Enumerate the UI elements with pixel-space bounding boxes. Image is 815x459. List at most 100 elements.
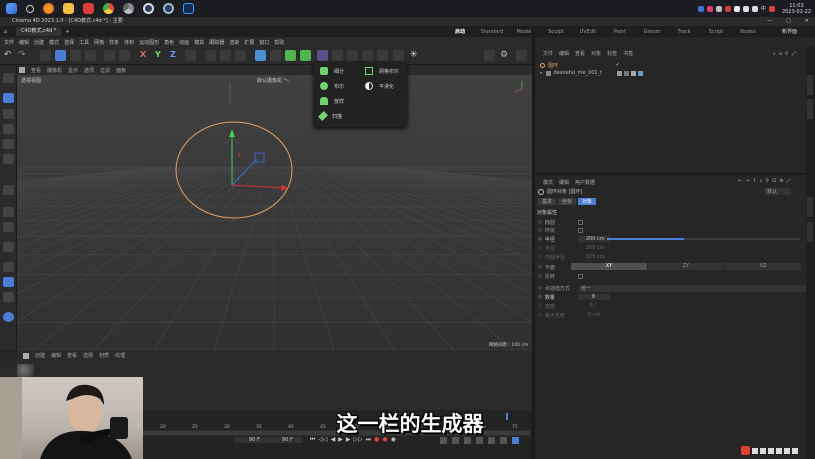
lock-icon[interactable]: ⊡ [772,178,776,184]
max-length-field[interactable]: 5 cm [578,312,610,318]
rotate-tool-icon[interactable] [85,50,96,61]
menu-item[interactable]: 网格 [94,39,104,46]
object-row[interactable]: 圆环 ⁚ ✔ [540,61,660,69]
keyframe-rotation-icon[interactable] [452,437,459,444]
viewport-panel-icon[interactable] [19,67,25,73]
radius-slider[interactable] [607,238,800,240]
tray-app-icon[interactable] [706,5,713,12]
y-axis-lock-icon[interactable]: Y [155,50,166,61]
back-arrow-icon[interactable]: ← [738,178,742,184]
interpolation-dropdown[interactable]: 统一 [577,284,807,292]
timeline-settings-icon[interactable] [512,437,519,444]
keyframe-scale-icon[interactable] [464,437,471,444]
material-menu-item[interactable]: 选择 [83,352,93,359]
cinema4d-icon[interactable] [143,3,154,14]
side-tab[interactable] [807,99,813,119]
layout-tab[interactable]: Track [668,29,700,35]
search-icon[interactable] [26,4,34,13]
render-picture-viewer-icon[interactable] [220,50,231,61]
windows-start-icon[interactable] [6,3,17,14]
menu-item[interactable]: 跟踪器 [209,39,224,46]
side-tab[interactable] [807,222,813,242]
close-icon[interactable]: ✕ [805,17,809,26]
x-axis-lock-icon[interactable]: X [140,50,151,61]
viewport-menu-item[interactable]: 选项 [84,67,94,74]
z-axis-lock-icon[interactable]: Z [170,50,181,61]
redo-icon[interactable]: ↷ [18,50,29,61]
keyframe-pla-icon[interactable] [488,437,495,444]
menu-item[interactable]: 模拟 [194,39,204,46]
visibility-dots-icon[interactable]: ⁚ [611,62,613,68]
select-tool-icon[interactable] [40,50,51,61]
tray-app-icon[interactable] [697,5,704,12]
viewport-menu-item[interactable]: 显示 [68,67,78,74]
snap-settings-icon[interactable] [484,50,495,61]
generator-subdivide-icon[interactable] [285,50,296,61]
expand-icon[interactable]: ⤢ [787,178,791,184]
inner-radius-field[interactable]: 100 cm [578,254,610,260]
layout-tab[interactable]: Standard [476,29,508,35]
deformer-icon[interactable] [317,50,328,61]
menu-item[interactable]: 帮助 [274,39,284,46]
file-explorer-icon[interactable] [63,3,74,14]
filter-icon[interactable]: ⚲ [785,51,789,57]
tray-app-icon[interactable] [724,5,731,12]
minimize-icon[interactable]: — [767,17,772,26]
layout-tab[interactable]: Nodes [732,29,764,35]
snap-icon[interactable] [104,50,115,61]
light-icon[interactable] [377,50,388,61]
search-icon[interactable]: ⌕ [760,178,763,184]
layout-icon[interactable] [393,50,404,61]
generator-subdivide[interactable]: 细分 [320,67,344,75]
plane-option[interactable]: XY [571,263,647,270]
attribute-tab[interactable]: 基本 [538,198,557,205]
grid-tool-icon[interactable] [3,262,14,272]
menu-item[interactable]: 窗口 [259,39,269,46]
camera-icon[interactable] [362,50,373,61]
layout-tab[interactable]: 启动 [444,28,476,35]
object-mode-icon[interactable] [3,93,14,103]
frame-current-field[interactable]: 90 F [272,437,303,443]
snap-enable-icon[interactable] [3,222,14,232]
gear-icon[interactable]: ⚙ [500,50,511,61]
field-icon[interactable] [332,50,343,61]
volume-icon[interactable] [751,5,758,12]
panel-icon[interactable] [23,352,29,359]
viewport-menu-item[interactable]: 查看 [31,67,41,74]
menu-item[interactable]: 角色 [164,39,174,46]
menu-item[interactable]: 创建 [34,39,44,46]
camera-label[interactable]: 默认摄像机 °∘ [257,77,289,84]
radius-2-field[interactable]: 200 cm [578,245,610,251]
undo-icon[interactable]: ↶ [4,50,15,61]
layout-tab[interactable]: Model [508,29,540,35]
clock[interactable]: 11:03 2023-02-22 [782,3,811,15]
generator-array-icon[interactable] [300,50,311,61]
material-tag-icon[interactable] [631,70,637,76]
workplane-icon[interactable] [516,50,527,61]
menu-item[interactable]: 渲染 [229,39,239,46]
menu-item[interactable]: 扩展 [244,39,254,46]
cube-icon[interactable] [255,50,266,61]
attribute-tab[interactable]: 对象 [578,198,597,205]
enabled-check-icon[interactable]: ✔ [616,62,620,68]
wifi-icon[interactable] [742,5,749,12]
ime-icon[interactable] [768,5,775,12]
material-tag-icon[interactable] [617,70,623,76]
attribute-menu-item[interactable]: 用户数据 [575,179,595,186]
ellipse-checkbox[interactable] [577,219,583,225]
material-menu-item[interactable]: 编辑 [51,352,61,359]
tray-app-icon[interactable] [733,5,740,12]
viewport-menu-item[interactable]: 面板 [116,67,126,74]
menu-item[interactable]: 编辑 [19,39,29,46]
keyframe-param-icon[interactable] [476,437,483,444]
plane-option[interactable]: XZ [725,263,801,270]
expand-icon[interactable]: ⤢ [792,51,796,57]
maximize-icon[interactable]: ▢ [786,17,791,26]
red-app-icon[interactable] [83,3,94,14]
render-view-icon[interactable] [205,50,216,61]
layout-tab[interactable]: UVEdit [572,29,604,35]
spline-pen-icon[interactable] [270,50,281,61]
scene-icon[interactable] [347,50,358,61]
lock-icon[interactable] [3,312,14,322]
points-mode-icon[interactable] [3,109,14,119]
